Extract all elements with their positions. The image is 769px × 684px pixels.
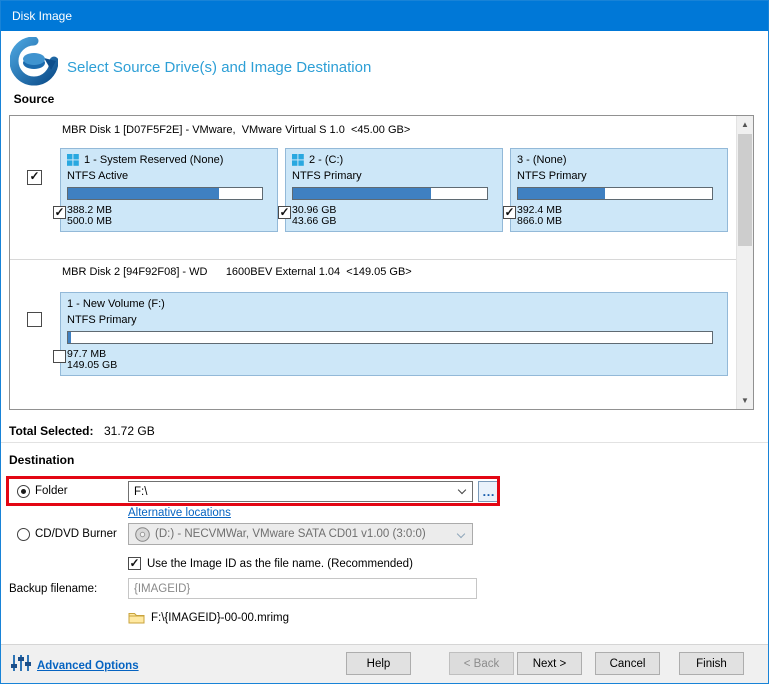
disk2-checkbox[interactable]: [27, 312, 42, 327]
scrollbar[interactable]: ▲ ▼: [736, 116, 753, 409]
source-disk-list: MBR Disk 1 [D07F5F2E] - VMware, VMware V…: [9, 115, 754, 410]
window-title: Disk Image: [12, 9, 73, 23]
scroll-down-icon[interactable]: ▼: [737, 392, 753, 409]
partition-size: 866.0 MB: [517, 215, 562, 227]
partition-name: 1 - System Reserved (None): [84, 154, 224, 166]
partition-name: 2 - (C:): [309, 154, 344, 166]
partition-checkbox[interactable]: [53, 205, 66, 219]
usage-bar-fill: [518, 188, 606, 199]
folder-radio[interactable]: [17, 485, 30, 498]
disk1-header: MBR Disk 1 [D07F5F2E] - VMware, VMware V…: [62, 124, 411, 136]
usage-bar-fill: [293, 188, 431, 199]
browse-folder-button[interactable]: …: [478, 481, 499, 502]
disk-divider: [10, 259, 736, 260]
partition-filesystem: NTFS Primary: [67, 314, 137, 326]
cd-dvd-radio-label: CD/DVD Burner: [35, 528, 117, 540]
backup-filename-label: Backup filename:: [9, 583, 98, 595]
cd-burner-combo: (D:) - NECVMWar, VMware SATA CD01 v1.00 …: [128, 523, 473, 545]
usage-bar: [517, 187, 713, 200]
cd-burner-value: (D:) - NECVMWar, VMware SATA CD01 v1.00 …: [155, 528, 426, 540]
section-separator: [1, 442, 768, 443]
partition-name: 1 - New Volume (F:): [67, 298, 165, 310]
usage-bar: [292, 187, 488, 200]
browse-icon: …: [482, 484, 495, 499]
partition-size: 500.0 MB: [67, 215, 112, 227]
partition-size: 43.66 GB: [292, 215, 337, 227]
cd-disc-icon: [135, 527, 150, 542]
partition-checkbox[interactable]: [278, 205, 291, 219]
partition-card[interactable]: 1 - New Volume (F:) NTFS Primary 97.7 MB…: [53, 292, 728, 376]
total-selected-label: Total Selected:: [9, 424, 94, 438]
partition-card[interactable]: 2 - (C:) NTFS Primary 30.96 GB 43.66 GB: [278, 148, 503, 232]
folder-radio-label: Folder: [35, 485, 68, 497]
scrollbar-thumb[interactable]: [738, 134, 752, 246]
windows-flag-icon: [67, 154, 79, 166]
usage-bar: [67, 187, 263, 200]
use-image-id-label: Use the Image ID as the file name. (Reco…: [147, 558, 413, 570]
usage-bar-fill: [68, 332, 72, 343]
cancel-button[interactable]: Cancel: [595, 652, 660, 675]
source-disk-icon: [10, 37, 58, 86]
alternative-locations-link[interactable]: Alternative locations: [128, 507, 231, 519]
backup-filename-input[interactable]: [128, 578, 477, 599]
total-selected-value: 31.72 GB: [104, 424, 155, 438]
disk2-header: MBR Disk 2 [94F92F08] - WD 1600BEV Exter…: [62, 266, 412, 278]
page-title: Select Source Drive(s) and Image Destina…: [67, 59, 372, 76]
partition-size: 149.05 GB: [67, 359, 118, 371]
next-button[interactable]: Next >: [517, 652, 582, 675]
folder-path-input[interactable]: [128, 481, 473, 502]
use-image-id-checkbox[interactable]: [128, 556, 141, 570]
partition-filesystem: NTFS Primary: [517, 170, 587, 182]
backup-path-preview: F:\{IMAGEID}-00-00.mrimg: [151, 612, 290, 624]
chevron-down-icon: [456, 529, 466, 539]
partition-checkbox[interactable]: [53, 350, 66, 363]
usage-bar: [67, 331, 713, 344]
folder-path-combo: [128, 481, 473, 502]
partition-filesystem: NTFS Active: [67, 170, 129, 182]
finish-button[interactable]: Finish: [679, 652, 744, 675]
partition-card[interactable]: 1 - System Reserved (None) NTFS Active 3…: [53, 148, 278, 232]
cd-dvd-radio[interactable]: [17, 528, 30, 541]
disk-image-dialog: Disk Image Source Select Source Drive(s)…: [0, 0, 769, 684]
folder-icon: [128, 613, 145, 624]
source-section-label: Source: [13, 92, 55, 106]
advanced-options-icon: [11, 655, 31, 671]
back-button[interactable]: < Back: [449, 652, 514, 675]
advanced-options-link[interactable]: Advanced Options: [37, 660, 139, 672]
partition-card[interactable]: 3 - (None) NTFS Primary 392.4 MB 866.0 M…: [503, 148, 728, 232]
title-bar: Disk Image: [1, 1, 768, 31]
windows-flag-icon: [292, 154, 304, 166]
disk1-checkbox[interactable]: [27, 169, 42, 185]
partition-checkbox[interactable]: [503, 205, 516, 219]
scroll-up-icon[interactable]: ▲: [737, 116, 753, 133]
usage-bar-fill: [68, 188, 220, 199]
destination-section-label: Destination: [9, 453, 75, 467]
partition-name: 3 - (None): [517, 154, 567, 166]
help-button[interactable]: Help: [346, 652, 411, 675]
partition-filesystem: NTFS Primary: [292, 170, 362, 182]
